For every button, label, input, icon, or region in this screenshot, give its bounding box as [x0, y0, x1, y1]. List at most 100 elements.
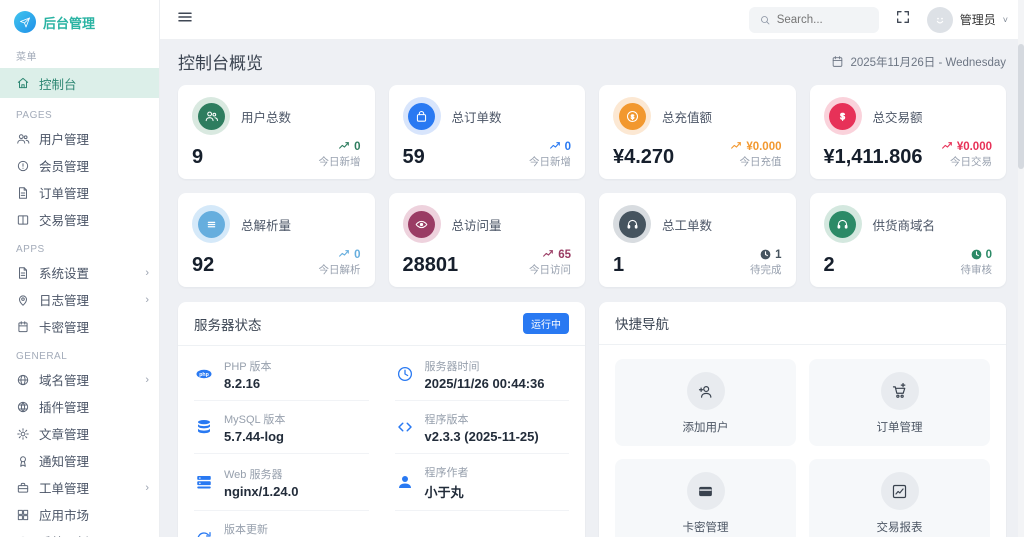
logo[interactable]: 后台管理 [0, 0, 159, 37]
server-item-php: php PHP 版本 8.2.16 [194, 348, 369, 401]
stat-card-total-orders[interactable]: 总订单数 59 0 今日新增 [388, 85, 585, 179]
server-item-time: 服务器时间 2025/11/26 00:44:36 [394, 348, 569, 401]
status-badge: 运行中 [523, 313, 569, 334]
briefcase-icon [17, 482, 29, 493]
bag-icon [408, 102, 435, 130]
quick-nav-panel: 快捷导航 添加用户 订单管理 卡密管理 交易报表 [599, 302, 1006, 537]
users-icon [197, 102, 225, 130]
server-item-program-version: 程序版本 v2.3.3 (2025-11-25) [394, 401, 569, 454]
user-icon [395, 473, 415, 491]
stat-card-total-users[interactable]: 用户总数 9 0 今日新增 [178, 85, 375, 179]
scrollbar-thumb[interactable] [1018, 44, 1024, 169]
sidebar-item-notifications[interactable]: 通知管理 [0, 447, 159, 474]
sidebar-item-members[interactable]: 系统设置 会员管理 [0, 152, 159, 179]
sidebar-item-dashboard[interactable]: 控制台 [0, 68, 159, 98]
quick-nav-card-key-management[interactable]: 卡密管理 [615, 459, 796, 537]
stat-value: 59 [402, 146, 425, 168]
fullscreen-button[interactable] [895, 9, 911, 30]
stat-card-total-recharge[interactable]: $ 总充值额 ¥4.270 ¥0.000 今日充值 [599, 85, 796, 179]
chart-icon [880, 472, 919, 510]
sidebar-section-apps: APPS [16, 244, 45, 255]
server-status-title: 服务器状态 [194, 317, 262, 333]
sidebar-item-card-keys[interactable]: 卡密管理 [0, 313, 159, 340]
server-item-version-update[interactable]: 版本更新已是最新版本 [194, 511, 369, 537]
stat-value: 92 [192, 254, 215, 276]
stat-card-total-tickets[interactable]: 总工单数 1 1 待完成 [599, 193, 796, 287]
stat-card-total-resolutions[interactable]: 总解析量 92 0 今日解析 [178, 193, 375, 287]
coin-icon: $ [618, 102, 646, 130]
sidebar-section-pages: PAGES [16, 110, 53, 121]
app-title: 后台管理 [43, 15, 96, 31]
users-icon [17, 133, 30, 144]
stat-card-total-visits[interactable]: 总访问量 28801 65 今日访问 [388, 193, 585, 287]
home-icon [17, 77, 29, 89]
page-date: 2025年11月26日 - Wednesday [831, 54, 1006, 70]
cart-icon [880, 372, 919, 410]
quick-nav-transaction-report[interactable]: 交易报表 [809, 459, 990, 537]
quick-nav-add-user[interactable]: 添加用户 [615, 359, 796, 446]
server-status-panel: 服务器状态 运行中 php PHP 版本 8.2.16 服务器时间 2025/11/… [178, 302, 585, 537]
svg-text:$: $ [840, 111, 845, 121]
user-menu[interactable]: 管理员 ˅ [926, 6, 1008, 33]
sphere-icon [17, 401, 29, 412]
badge-icon [20, 455, 26, 467]
chevron-right-icon: › [145, 481, 149, 494]
sidebar-item-system-settings[interactable]: 系统设置 › [0, 259, 159, 286]
svg-text:php: php [199, 372, 209, 378]
stat-value: 28801 [402, 254, 459, 276]
grid-icon [17, 509, 29, 520]
server-item-empty [395, 511, 570, 537]
sidebar-item-app-market[interactable]: 应用市场 [0, 501, 159, 528]
headset-icon [829, 210, 856, 238]
sidebar-section-general: GENERAL [16, 351, 68, 362]
sidebar-item-plugins[interactable]: 插件管理 [0, 393, 159, 420]
content: 控制台概览 2025年11月26日 - Wednesday 用户总数 9 0 今… [160, 40, 1024, 537]
stat-card-supplier-domains[interactable]: 供货商域名 2 0 待审核 [809, 193, 1006, 287]
stat-value: ¥1,411.806 [823, 146, 923, 168]
sidebar-item-articles[interactable]: 文章管理 [0, 420, 159, 447]
stat-value: 1 [613, 254, 625, 276]
document-icon [19, 186, 27, 199]
sidebar-item-system-update[interactable]: 系统更新 [0, 528, 159, 537]
trend-up-icon [543, 250, 554, 257]
calendar-icon [18, 320, 28, 332]
clock-icon [760, 249, 771, 260]
app-window: 后台管理 菜单 控制台 PAGES 用户管理 系统设置 会员管理 订单管理 交易… [0, 0, 1024, 537]
stat-value: ¥4.270 [613, 146, 675, 168]
search-input-wrap [748, 6, 879, 33]
stat-value: 2 [823, 254, 835, 276]
smiley-icon [936, 17, 943, 23]
sidebar-item-users[interactable]: 用户管理 [0, 125, 159, 152]
app-logo-icon [14, 11, 36, 33]
sidebar-item-transactions[interactable]: 交易管理 [0, 206, 159, 233]
sidebar-item-orders[interactable]: 订单管理 [0, 179, 159, 206]
pin-icon [19, 294, 27, 306]
avatar [926, 6, 953, 33]
fullscreen-icon [896, 11, 909, 23]
database-icon [194, 418, 214, 436]
svg-text:$: $ [630, 114, 634, 121]
sidebar-item-domains[interactable]: 域名管理 › [0, 366, 159, 393]
search-icon [760, 15, 770, 24]
quick-nav-title: 快捷导航 [615, 317, 669, 332]
search-input[interactable] [776, 13, 869, 26]
main-area: 管理员 ˅ 控制台概览 2025年11月26日 - Wednesday [160, 0, 1024, 537]
chevron-right-icon: › [145, 293, 149, 306]
gear-icon [17, 427, 29, 440]
trend-up-icon [549, 142, 560, 149]
sidebar-section-menu: 菜单 [16, 52, 37, 63]
chevron-right-icon: › [145, 373, 149, 386]
server-item-mysql: MySQL 版本 5.7.44-log [194, 401, 369, 454]
code-icon [395, 418, 415, 436]
sidebar-item-logs[interactable]: 日志管理 › [0, 286, 159, 313]
stat-card-total-transactions[interactable]: $ 总交易额 ¥1,411.806 ¥0.000 今日交易 [809, 85, 1006, 179]
scrollbar[interactable] [1018, 0, 1024, 537]
quick-nav-order-management[interactable]: 订单管理 [809, 359, 990, 446]
headset-icon [618, 210, 646, 238]
menu-toggle-button[interactable] [176, 8, 194, 31]
sidebar-item-work-orders[interactable]: 工单管理 › [0, 474, 159, 501]
chevron-right-icon: › [145, 266, 149, 279]
user-add-icon [686, 372, 725, 410]
sidebar: 后台管理 菜单 控制台 PAGES 用户管理 系统设置 会员管理 订单管理 交易… [0, 0, 160, 537]
trend-up-icon [941, 142, 952, 149]
